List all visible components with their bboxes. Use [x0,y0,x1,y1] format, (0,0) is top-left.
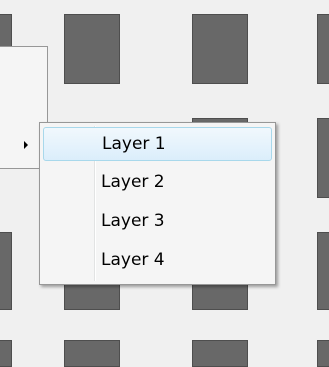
triangle-right-icon [24,141,28,149]
menu-item-layer-3[interactable]: Layer 3 [43,204,272,238]
menu-item-layer-1[interactable]: Layer 1 [43,127,272,161]
grid-tile [192,340,248,367]
menu-item-label: Layer 3 [101,211,165,231]
menu-item-layer-4[interactable]: Layer 4 [43,243,272,277]
grid-tile [317,232,329,310]
grid-tile [317,118,329,198]
menu-item-label: Layer 4 [101,250,165,270]
grid-tile [0,232,12,310]
grid-tile [64,340,120,367]
grid-tile [317,340,329,367]
menu-item-layer-2[interactable]: Layer 2 [43,165,272,199]
grid-tile [0,340,12,367]
menu-item-label: Layer 1 [102,134,166,154]
grid-tile [64,14,120,84]
grid-tile [317,14,329,84]
layer-submenu: Layer 1 Layer 2 Layer 3 Layer 4 [39,122,276,285]
menu-item-label: Layer 2 [101,172,165,192]
grid-tile [192,14,248,84]
